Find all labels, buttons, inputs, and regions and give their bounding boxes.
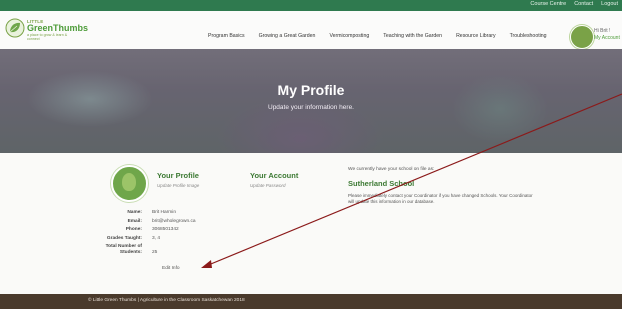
annotation-arrowhead-icon xyxy=(201,260,212,268)
annotation-arrow xyxy=(201,93,622,268)
annotation-arrow-line xyxy=(205,93,622,267)
